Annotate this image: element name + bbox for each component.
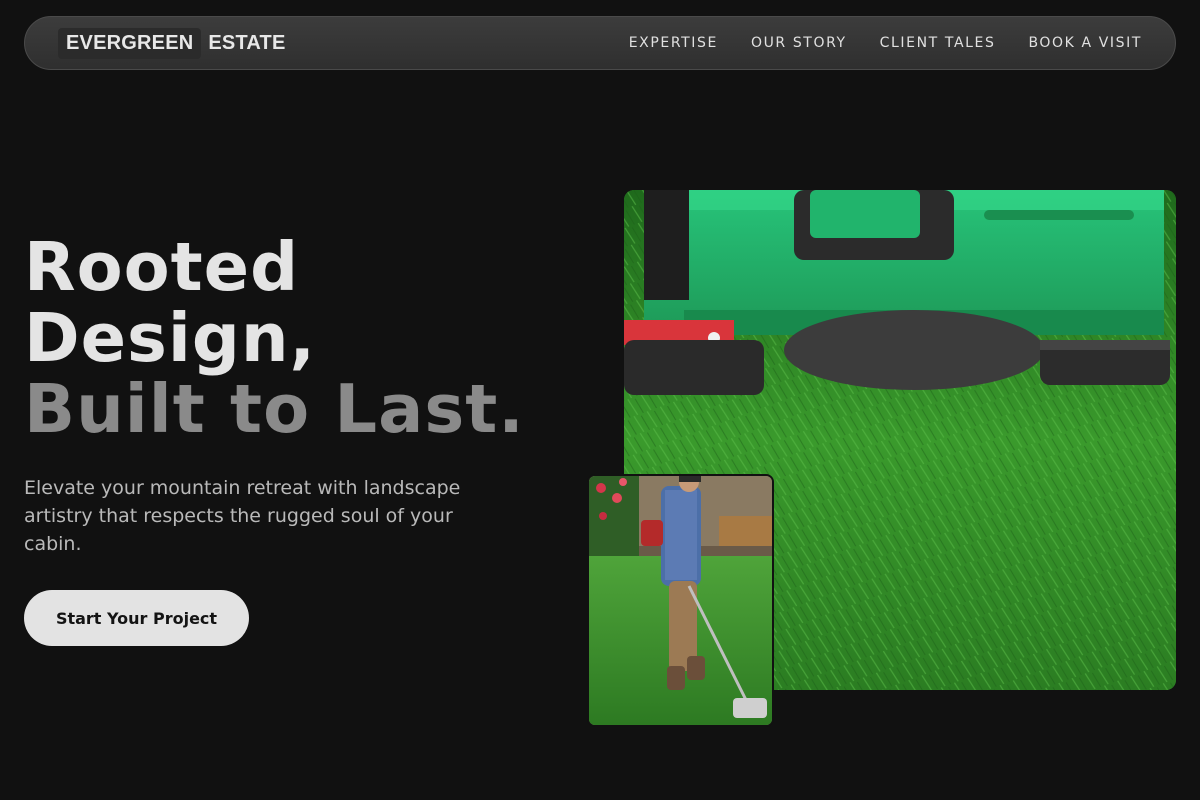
- hero-title: Rooted Design, Built to Last.: [24, 232, 525, 445]
- nav-link-book-a-visit[interactable]: BOOK A VISIT: [1028, 35, 1142, 51]
- logo-word-estate: ESTATE: [208, 31, 286, 54]
- hero-subtitle: Elevate your mountain retreat with lands…: [24, 477, 461, 555]
- hero-title-line-1: Rooted: [24, 228, 300, 306]
- nav-link-client-tales[interactable]: CLIENT TALES: [880, 35, 996, 51]
- trimming-photo: [587, 474, 774, 727]
- hero-title-line-2: Design,: [24, 299, 317, 377]
- logo[interactable]: EVERGREEN ESTATE: [58, 27, 286, 59]
- top-navigation: EVERGREEN ESTATE EXPERTISE OUR STORY CLI…: [24, 16, 1176, 70]
- nav-link-expertise[interactable]: EXPERTISE: [629, 35, 718, 51]
- nav-links: EXPERTISE OUR STORY CLIENT TALES BOOK A …: [629, 35, 1142, 51]
- start-project-button[interactable]: Start Your Project: [24, 590, 249, 646]
- nav-link-our-story[interactable]: OUR STORY: [751, 35, 847, 51]
- hero-title-line-3: Built to Last.: [24, 370, 525, 448]
- logo-word-evergreen: EVERGREEN: [58, 27, 202, 59]
